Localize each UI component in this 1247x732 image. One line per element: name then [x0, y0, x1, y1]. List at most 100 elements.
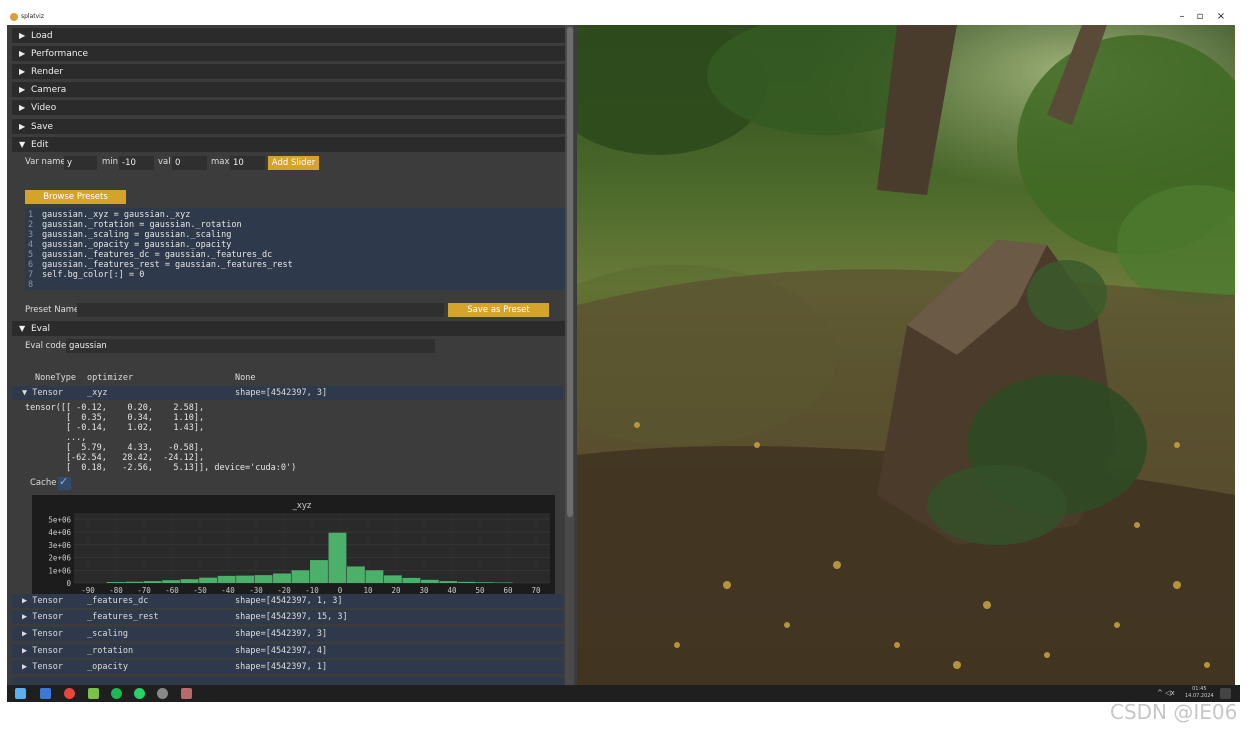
tensor-name: _features_rest [87, 612, 159, 622]
github-icon[interactable] [157, 688, 168, 699]
tensor-shape: shape=[4542397, 15, 3] [235, 612, 348, 622]
tensor-name: _opacity [87, 662, 128, 672]
render-viewport[interactable] [577, 25, 1235, 685]
tensor-shape: shape=[4542397, 1, 3] [235, 596, 343, 606]
section-load[interactable]: ▶ Load [12, 28, 565, 43]
triangle-right-icon: ▶ [22, 612, 28, 622]
section-camera[interactable]: ▶ Camera [12, 82, 565, 97]
var-name-input[interactable]: y [64, 156, 97, 170]
tensor-row[interactable]: ▶ Tensor _features_dc shape=[4542397, 1,… [12, 594, 563, 608]
y-tick-label: 4e+06 [48, 528, 71, 537]
tensor-name: _features_dc [87, 596, 149, 606]
window-titlebar: splatviz – ▫ × [0, 0, 1247, 25]
tensor-row-partial[interactable] [12, 677, 563, 685]
eval-code-input[interactable]: gaussian [66, 339, 435, 353]
max-input[interactable]: 10 [230, 156, 265, 170]
code-line: 4 gaussian._opacity = gaussian._opacity [28, 240, 232, 250]
val-input[interactable]: 0 [172, 156, 207, 170]
checkmark-icon: ✓ [59, 475, 69, 488]
histogram-bar [143, 581, 162, 583]
histogram-bar [162, 580, 181, 583]
histogram-bar [291, 570, 310, 583]
clock[interactable]: 01:45 14.07.2024 [1185, 686, 1214, 700]
min-input[interactable]: -10 [119, 156, 154, 170]
code-line: 1 gaussian._xyz = gaussian._xyz [28, 210, 191, 220]
preset-name-label: Preset Name [25, 305, 80, 315]
cache-label: Cache [30, 478, 57, 488]
control-panel: ▶ Load ▶ Performance ▶ Render ▶ Camera ▶ Vide… [7, 25, 577, 685]
chrome-icon[interactable] [64, 688, 75, 699]
tensor-name: _scaling [87, 629, 128, 639]
histogram-bar [383, 575, 402, 583]
section-save[interactable]: ▶ Save [12, 119, 565, 134]
file-explorer-icon[interactable] [40, 688, 51, 699]
close-button[interactable]: × [1213, 11, 1229, 23]
tensor-name: _xyz [87, 388, 108, 398]
maximize-button[interactable]: ▫ [1192, 11, 1208, 23]
tensor-shape: shape=[4542397, 4] [235, 646, 328, 656]
histogram-bar [439, 581, 458, 583]
code-editor[interactable]: 1 gaussian._xyz = gaussian._xyz 2 gaussian… [25, 208, 567, 290]
tensor-name: _rotation [87, 646, 134, 656]
histogram-bar [217, 575, 236, 583]
histogram-bar [328, 532, 347, 583]
histogram-bar [494, 582, 513, 583]
max-label: max [211, 157, 230, 167]
pycharm-icon[interactable] [88, 688, 99, 699]
header-name: optimizer [87, 373, 134, 383]
tensor-shape: shape=[4542397, 1] [235, 662, 328, 672]
histogram-bar [125, 581, 144, 583]
code-line: 2 gaussian._rotation = gaussian._rotation [28, 220, 242, 230]
y-tick-label: 2e+06 [48, 554, 71, 563]
code-line: 8 [28, 280, 34, 290]
val-label: val [158, 157, 171, 167]
spotify-icon[interactable] [111, 688, 122, 699]
tensor-values-text: tensor([[ -0.12, 0.20, 2.58], [ 0.35, 0.… [25, 403, 297, 473]
add-slider-button[interactable]: Add Slider [268, 156, 319, 170]
eval-code-label: Eval code: [25, 341, 70, 351]
triangle-right-icon: ▶ [22, 646, 28, 656]
triangle-down-icon: ▼ [19, 324, 26, 333]
forest-render-image [577, 25, 1235, 685]
histogram-bar [254, 575, 273, 583]
notification-icon[interactable] [1220, 688, 1231, 699]
preset-name-input[interactable] [77, 303, 444, 317]
whatsapp-icon[interactable] [134, 688, 145, 699]
save-as-preset-button[interactable]: Save as Preset [448, 303, 549, 317]
tensor-row-xyz[interactable]: ▼ Tensor _xyz shape=[4542397, 3] [12, 386, 563, 400]
triangle-right-icon: ▶ [19, 67, 26, 76]
splatviz-app-icon[interactable] [181, 688, 192, 699]
system-tray[interactable]: ^ ◁x [1157, 689, 1175, 697]
window-title: splatviz [21, 13, 44, 20]
section-eval[interactable]: ▼ Eval [12, 321, 565, 336]
histogram-bar [199, 577, 218, 583]
windows-start-icon[interactable] [15, 688, 26, 699]
tensor-row[interactable]: ▶ Tensor _opacity shape=[4542397, 1] [12, 660, 563, 674]
tensor-row[interactable]: ▶ Tensor _scaling shape=[4542397, 3] [12, 627, 563, 641]
triangle-right-icon: ▶ [19, 49, 26, 58]
histogram-bar [273, 573, 291, 583]
triangle-down-icon: ▼ [19, 140, 26, 149]
section-video[interactable]: ▶ Video [12, 100, 565, 115]
section-render[interactable]: ▶ Render [12, 64, 565, 79]
tensor-row[interactable]: ▶ Tensor _rotation shape=[4542397, 4] [12, 644, 563, 658]
histogram-bar [310, 560, 328, 583]
chart-title: _xyz [292, 501, 312, 511]
histogram-bar [106, 581, 125, 583]
y-tick-label: 3e+06 [48, 541, 71, 550]
histogram-chart: _xyz 0 1e+06 2e+06 3e+06 4e+06 5e+06 -90 -80 -7… [32, 495, 555, 595]
scrollbar-thumb[interactable] [567, 27, 573, 517]
tensor-row[interactable]: ▶ Tensor _features_rest shape=[4542397, … [12, 610, 563, 624]
section-performance[interactable]: ▶ Performance [12, 46, 565, 61]
min-label: min [102, 157, 119, 167]
cache-checkbox[interactable]: ✓ [58, 475, 71, 490]
histogram-bar [236, 575, 254, 583]
minimize-button[interactable]: – [1174, 11, 1190, 23]
browse-presets-button[interactable]: Browse Presets [25, 190, 126, 204]
triangle-right-icon: ▶ [19, 122, 26, 131]
code-line: 3 gaussian._scaling = gaussian._scaling [28, 230, 232, 240]
header-value: None [235, 373, 256, 383]
y-tick-label: 1e+06 [48, 566, 71, 575]
triangle-down-icon: ▼ [22, 388, 28, 398]
section-edit[interactable]: ▼ Edit [12, 137, 565, 152]
